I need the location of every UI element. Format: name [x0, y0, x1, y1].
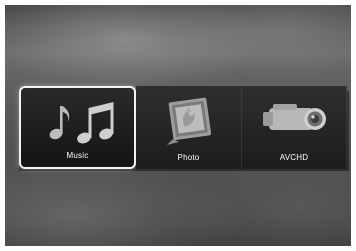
menu-item-label: AVCHD: [279, 153, 309, 162]
menu-item-label: Music: [66, 151, 89, 160]
menu-item-label: Photo: [177, 153, 200, 162]
picture-frame-icon: [136, 92, 241, 146]
menu-item-photo[interactable]: Photo: [136, 86, 242, 169]
screen-background: Music Photo AVCHD: [5, 5, 351, 246]
menu-item-avchd[interactable]: AVCHD: [242, 86, 347, 169]
camcorder-icon: [242, 92, 346, 146]
menu-item-music[interactable]: Music: [19, 86, 136, 169]
music-notes-icon: [21, 94, 134, 148]
